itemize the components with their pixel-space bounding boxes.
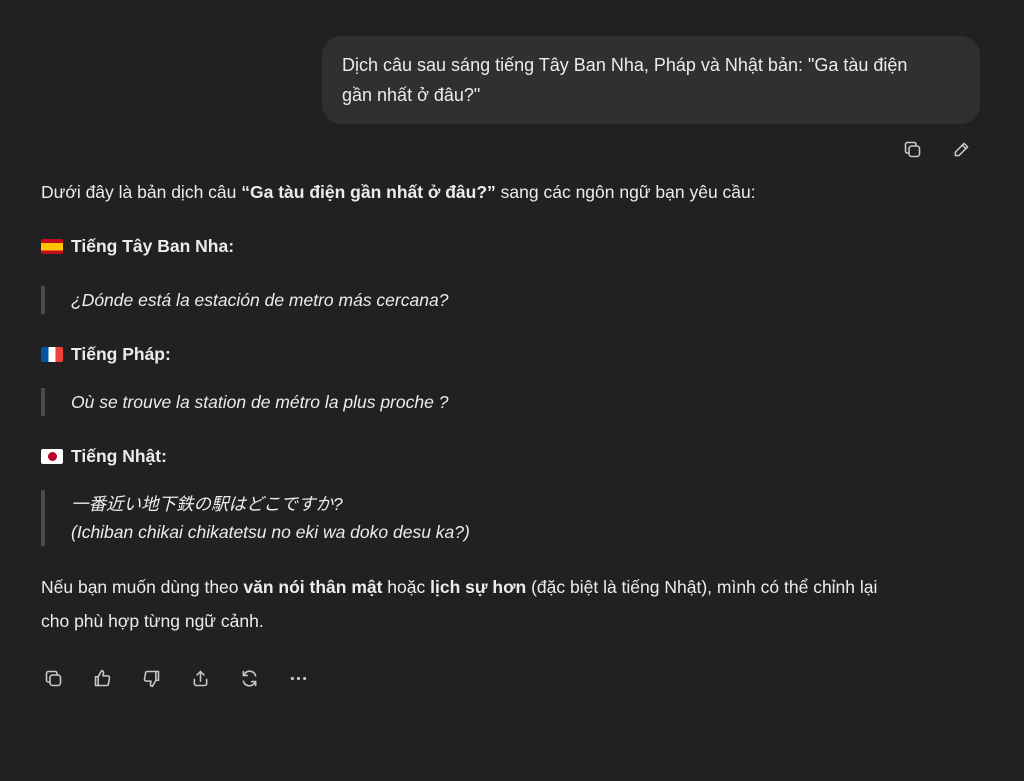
quote-french: Où se trouve la station de métro la plus…	[41, 388, 981, 416]
section-title-french: Tiếng Pháp:	[71, 344, 171, 364]
section-title-spanish: Tiếng Tây Ban Nha:	[71, 236, 235, 256]
section-title-japanese: Tiếng Nhật:	[71, 446, 167, 466]
outro-text-line-2: cho phù hợp từng ngữ cảnh.	[41, 611, 264, 631]
spain-flag-icon	[41, 238, 63, 254]
quote-line: ¿Dónde está la estación de metro más cer…	[71, 290, 449, 310]
user-message-line-2: gần nhất ở đâu?"	[342, 85, 481, 105]
pencil-icon[interactable]	[949, 137, 974, 162]
thumbs-up-icon[interactable]	[90, 666, 115, 691]
france-flag-icon	[41, 346, 63, 362]
user-message-bubble: Dịch câu sau sáng tiếng Tây Ban Nha, Phá…	[322, 36, 980, 124]
intro-text-before: Dưới đây là bản dịch câu	[41, 182, 242, 202]
share-icon[interactable]	[188, 666, 213, 691]
outro-bold-polite: lịch sự hơn	[430, 577, 527, 597]
regenerate-icon[interactable]	[237, 666, 262, 691]
answer-outro: Nếu bạn muốn dùng theo văn nói thân mật …	[41, 570, 981, 638]
outro-bold-casual: văn nói thân mật	[243, 577, 383, 597]
intro-text-after: sang các ngôn ngữ bạn yêu cầu:	[495, 182, 756, 202]
section-heading-spanish: Tiếng Tây Ban Nha:	[41, 232, 981, 260]
chat-page: Dịch câu sau sáng tiếng Tây Ban Nha, Phá…	[0, 0, 1024, 781]
more-icon[interactable]	[286, 666, 311, 691]
japan-flag-icon	[41, 448, 63, 464]
section-heading-french: Tiếng Pháp:	[41, 340, 981, 368]
assistant-answer: Dưới đây là bản dịch câu “Ga tàu điện gầ…	[41, 178, 981, 638]
answer-actions	[41, 666, 311, 691]
outro-text: Nếu bạn muốn dùng theo	[41, 577, 244, 597]
thumbs-down-icon[interactable]	[139, 666, 164, 691]
copy-icon[interactable]	[41, 666, 66, 691]
answer-intro: Dưới đây là bản dịch câu “Ga tàu điện gầ…	[41, 178, 981, 206]
user-message-line-1: Dịch câu sau sáng tiếng Tây Ban Nha, Phá…	[342, 55, 908, 75]
outro-text: (đặc biệt là tiếng Nhật), mình có thể ch…	[526, 577, 878, 597]
section-heading-japanese: Tiếng Nhật:	[41, 442, 981, 470]
quote-line: (Ichiban chikai chikatetsu no eki wa dok…	[71, 522, 470, 542]
quote-japanese: 一番近い地下鉄の駅はどこですか? (Ichiban chikai chikate…	[41, 490, 981, 546]
quote-spanish: ¿Dónde está la estación de metro más cer…	[41, 286, 981, 314]
quote-line: Où se trouve la station de métro la plus…	[71, 392, 449, 412]
quote-line: 一番近い地下鉄の駅はどこですか?	[71, 494, 343, 514]
outro-text: hoặc	[382, 577, 431, 597]
intro-bold-quote: “Ga tàu điện gần nhất ở đâu?”	[241, 182, 496, 202]
copy-icon[interactable]	[900, 137, 925, 162]
user-message-actions	[900, 137, 974, 162]
